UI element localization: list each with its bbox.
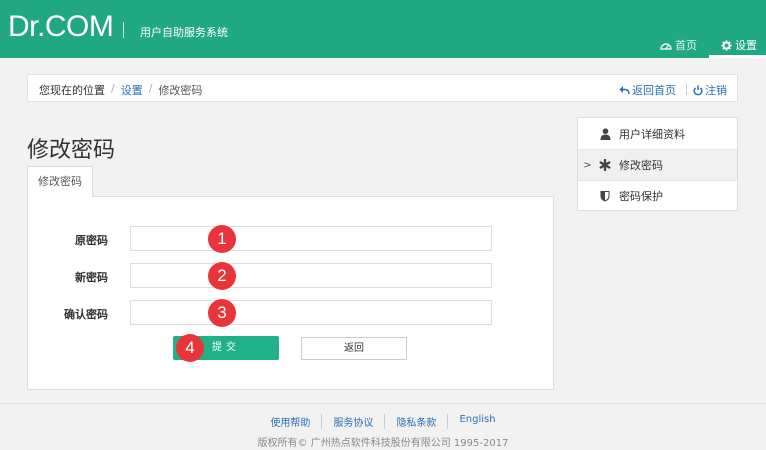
reply-arrow-icon <box>619 86 630 95</box>
side-item-password-protection[interactable]: 密码保护 <box>578 180 737 211</box>
new-password-input[interactable] <box>130 263 492 288</box>
side-item-label: 用户详细资料 <box>619 127 685 141</box>
footer-link-terms[interactable]: 服务协议 <box>321 414 384 429</box>
breadcrumb-separator: / <box>148 82 153 95</box>
actions-divider <box>686 83 687 95</box>
gear-icon <box>721 39 732 51</box>
tab-change-password[interactable]: 修改密码 <box>27 166 93 197</box>
logout-link[interactable]: 注销 <box>693 82 727 98</box>
back-button[interactable]: 返回 <box>301 337 407 360</box>
step-badge-3: 3 <box>208 299 236 327</box>
step-badge-4: 4 <box>176 334 204 362</box>
copyright: 版权所有© 广州热点软件科技股份有限公司 1995-2017 <box>257 438 509 449</box>
logout-label: 注销 <box>705 84 727 97</box>
user-icon <box>597 127 613 140</box>
step-badge-2: 2 <box>208 262 236 290</box>
dashboard-icon <box>660 43 672 50</box>
new-password-label: 新密码 <box>75 271 108 284</box>
power-icon <box>693 85 703 95</box>
system-title: 用户自助服务系统 <box>140 26 228 39</box>
breadcrumb: 您现在的位置 / 设置 / 修改密码 <box>39 82 202 98</box>
footer-divider <box>0 403 766 404</box>
active-marker: > <box>583 159 592 171</box>
side-item-label: 修改密码 <box>619 159 663 172</box>
back-home-label: 返回首页 <box>632 84 676 97</box>
footer-links: 使用帮助 服务协议 隐私条款 English <box>0 414 766 429</box>
breadcrumb-separator: / <box>111 82 115 95</box>
back-home-link[interactable]: 返回首页 <box>619 82 676 98</box>
side-item-user-details[interactable]: 用户详细资料 <box>578 118 737 149</box>
footer-link-privacy[interactable]: 隐私条款 <box>384 414 447 429</box>
asterisk-icon <box>597 159 613 171</box>
shield-icon <box>597 190 613 202</box>
page-title: 修改密码 <box>27 138 116 163</box>
old-password-input[interactable] <box>130 226 492 251</box>
side-menu: 用户详细资料 > 修改密码 密码保护 <box>577 117 738 211</box>
breadcrumb-prefix: 您现在的位置 <box>39 84 105 97</box>
nav-home[interactable]: 首页 <box>660 37 697 53</box>
old-password-label: 原密码 <box>75 234 108 247</box>
active-nav-indicator <box>709 55 766 58</box>
confirm-password-input[interactable] <box>130 300 492 325</box>
side-item-label: 密码保护 <box>619 190 663 203</box>
footer-link-english[interactable]: English <box>447 414 506 429</box>
confirm-password-label: 确认密码 <box>64 308 108 321</box>
side-item-change-password[interactable]: > 修改密码 <box>578 149 737 180</box>
step-badge-1: 1 <box>208 225 236 253</box>
breadcrumb-current: 修改密码 <box>158 84 203 97</box>
breadcrumb-bar: 您现在的位置 / 设置 / 修改密码 返回首页 注销 <box>27 74 738 102</box>
breadcrumb-settings-link[interactable]: 设置 <box>121 82 143 98</box>
nav-settings-label: 设置 <box>735 39 757 52</box>
nav-home-label: 首页 <box>675 39 697 52</box>
nav-settings[interactable]: 设置 <box>709 0 766 58</box>
breadcrumb-actions: 返回首页 注销 <box>619 82 727 98</box>
logo: Dr.COM <box>8 10 114 43</box>
logo-divider <box>123 22 124 38</box>
footer-link-help[interactable]: 使用帮助 <box>259 414 321 429</box>
header: Dr.COM 用户自助服务系统 首页 设置 <box>0 0 766 58</box>
